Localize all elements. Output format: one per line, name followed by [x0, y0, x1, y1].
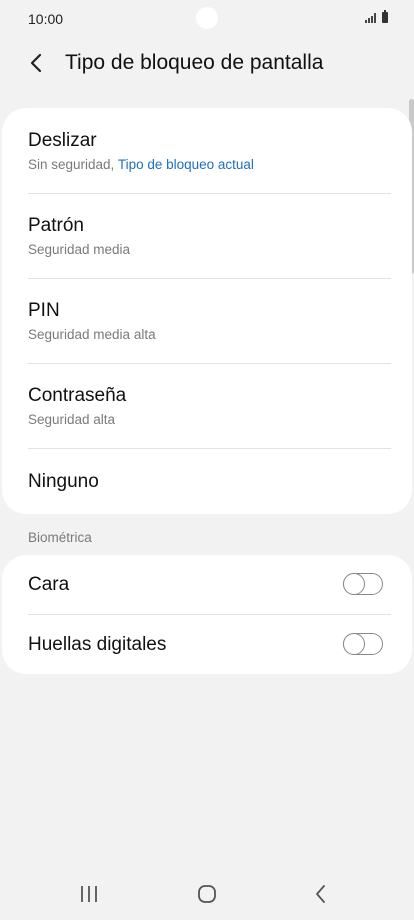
biometric-item-cara[interactable]: Cara: [2, 555, 412, 614]
signal-icon: [365, 13, 376, 23]
nav-back-button[interactable]: [291, 868, 351, 920]
huellas-toggle[interactable]: [343, 632, 383, 655]
lock-options-card: Deslizar Sin seguridad, Tipo de bloqueo …: [2, 108, 412, 514]
header: Tipo de bloqueo de pantalla: [0, 40, 414, 86]
biometric-item-huellas[interactable]: Huellas digitales: [2, 615, 412, 674]
toggle-knob: [343, 632, 365, 655]
back-button[interactable]: [22, 48, 52, 78]
option-subtitle-text: Sin seguridad,: [28, 157, 118, 172]
section-label-biometrics: Biométrica: [28, 530, 92, 545]
recents-button[interactable]: [59, 868, 119, 920]
chevron-left-icon: [30, 53, 42, 73]
home-icon: [198, 885, 216, 903]
back-icon: [316, 885, 325, 903]
recents-icon: [81, 886, 97, 902]
status-icons: [365, 10, 388, 23]
camera-cutout: [196, 7, 218, 29]
option-title: Ninguno: [28, 471, 99, 492]
option-title: Patrón: [28, 215, 84, 236]
biometric-label: Huellas digitales: [28, 634, 167, 655]
lock-option-contrasena[interactable]: Contraseña Seguridad alta: [2, 364, 412, 449]
option-subtitle: Seguridad alta: [28, 412, 116, 427]
lock-option-deslizar[interactable]: Deslizar Sin seguridad, Tipo de bloqueo …: [2, 108, 412, 193]
navigation-bar: [0, 868, 414, 920]
page-title: Tipo de bloqueo de pantalla: [65, 51, 324, 74]
status-time: 10:00: [28, 11, 64, 27]
option-subtitle: Sin seguridad, Tipo de bloqueo actual: [28, 157, 254, 172]
lock-option-patron[interactable]: Patrón Seguridad media: [2, 194, 412, 279]
option-title: PIN: [28, 300, 60, 321]
lock-option-pin[interactable]: PIN Seguridad media alta: [2, 279, 412, 364]
option-title: Deslizar: [28, 130, 97, 151]
option-subtitle: Seguridad media: [28, 242, 131, 257]
lock-option-ninguno[interactable]: Ninguno: [2, 449, 412, 514]
biometric-label: Cara: [28, 574, 70, 595]
biometrics-card: Cara Huellas digitales: [2, 555, 412, 674]
screen: 10:00 Tipo de bloqueo de pantalla Desliz…: [0, 0, 414, 920]
battery-icon: [382, 10, 388, 23]
home-button[interactable]: [177, 868, 237, 920]
status-bar: 10:00: [0, 0, 414, 38]
toggle-knob: [343, 572, 365, 595]
option-title: Contraseña: [28, 385, 127, 406]
current-lock-label: Tipo de bloqueo actual: [117, 157, 254, 172]
cara-toggle[interactable]: [343, 572, 383, 595]
option-subtitle: Seguridad media alta: [28, 327, 156, 342]
